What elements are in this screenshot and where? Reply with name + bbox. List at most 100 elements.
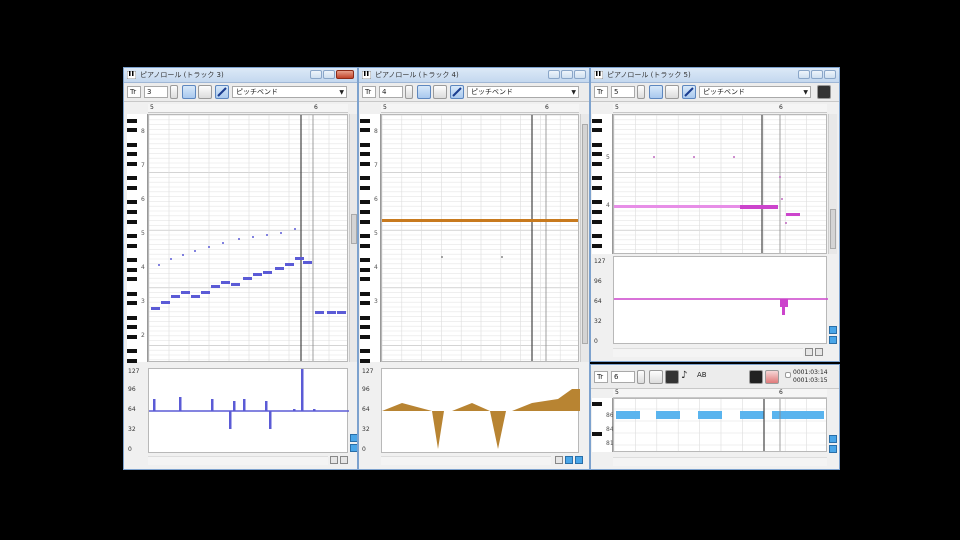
piano-keyboard[interactable]: 8 7 6 5 4 3 [360,114,381,363]
zoom-in-button[interactable] [565,456,573,464]
select-tool-icon[interactable] [649,370,663,384]
minimize-button[interactable] [310,70,322,79]
note-grid[interactable] [148,114,348,362]
horizontal-scrollbar[interactable] [148,456,328,465]
parameter-select[interactable]: ピッチベンド ▼ [699,86,811,98]
maximize-button[interactable] [561,70,573,79]
track-dropdown-button[interactable] [405,85,413,99]
zoom-out-button[interactable] [829,445,837,453]
track-label: Tr [127,86,141,98]
zoom-in-button[interactable] [829,435,837,443]
scroll-left-button[interactable] [330,456,338,464]
erase-tool-icon[interactable] [817,85,831,99]
select-tool-icon[interactable] [417,85,431,99]
black-key [127,234,137,238]
zoom-out-button[interactable] [350,444,357,452]
display-mode-button[interactable]: AB [697,370,745,384]
title-bar[interactable]: ピアノロール (トラック 5) [591,68,839,83]
grid-tool-icon[interactable] [198,85,212,99]
black-key [127,267,137,272]
track-number-input[interactable]: 5 [611,86,635,98]
select-tool-icon[interactable] [182,85,196,99]
maximize-button[interactable] [323,70,335,79]
piano-keyboard[interactable]: 8 7 6 5 4 3 2 [127,114,148,363]
zoom-in-button[interactable] [829,326,837,334]
parameter-select[interactable]: ピッチベンド ▼ [232,86,347,98]
track-number-input[interactable]: 4 [379,86,403,98]
lane-label: 64 [594,298,602,305]
note-icon[interactable]: ♪ [681,370,695,384]
window-title: ピアノロール (トラック 4) [375,71,459,79]
scroll-left-button[interactable] [805,348,813,356]
pencil-tool-icon[interactable] [215,85,229,99]
horizontal-scrollbar[interactable] [381,456,551,465]
drum-grid[interactable] [613,398,827,452]
scroll-thumb[interactable] [351,214,357,244]
close-button[interactable] [574,70,586,79]
pitch-bend-lane[interactable] [148,368,349,453]
piano-keyboard[interactable]: 5 4 [592,114,613,254]
checkbox[interactable] [785,372,791,378]
pitch-bend-lane[interactable] [613,256,828,344]
window-title: ピアノロール (トラック 5) [607,71,691,79]
note-marker [280,232,282,234]
track-number-input[interactable]: 6 [611,371,635,383]
measure-ruler[interactable]: 5 6 [381,104,579,113]
note-grid[interactable] [613,114,827,254]
vertical-scrollbar[interactable] [349,114,357,362]
track-number-input[interactable]: 3 [144,86,168,98]
scroll-right-button[interactable] [815,348,823,356]
scroll-thumb[interactable] [582,124,588,344]
note-grid[interactable] [381,114,579,362]
title-bar[interactable]: ピアノロール (トラック 4) [359,68,589,83]
drum-keyboard[interactable]: 86 84 81 [592,398,614,452]
note-marker [441,256,443,258]
scroll-thumb[interactable] [830,209,836,249]
title-bar[interactable]: ピアノロール (トラック 3) [124,68,357,83]
pen-tool-icon[interactable] [665,370,679,384]
black-key [127,152,137,157]
select-tool-icon[interactable] [649,85,663,99]
note-marker [208,246,210,248]
black-key [360,200,370,205]
close-button[interactable] [336,70,354,79]
parameter-select-value: ピッチベンド [471,88,513,96]
zoom-in-button[interactable] [350,434,357,442]
horizontal-scrollbar[interactable] [613,457,827,466]
vertical-scrollbar[interactable] [828,114,837,254]
black-key [360,176,370,181]
minimize-button[interactable] [548,70,560,79]
vertical-scrollbar[interactable] [580,114,589,362]
black-key [592,186,602,190]
scroll-left-button[interactable] [555,456,563,464]
maximize-button[interactable] [811,70,823,79]
octave-label: 5 [141,230,145,237]
note [740,205,778,209]
note-marker [170,258,172,260]
track-dropdown-button[interactable] [170,85,178,99]
note [285,263,294,266]
track-dropdown-button[interactable] [637,85,645,99]
pencil-tool-icon[interactable] [450,85,464,99]
zoom-out-button[interactable] [829,336,837,344]
close-button[interactable] [824,70,836,79]
black-key [360,210,370,214]
black-key [127,128,137,133]
measure-ruler[interactable]: 5 6 [148,104,348,113]
horizontal-scrollbar[interactable] [613,348,803,357]
note [191,295,200,298]
pitch-bend-lane[interactable] [381,368,580,453]
track-dropdown-button[interactable] [637,370,645,384]
grid-tool-icon[interactable] [665,85,679,99]
measure-ruler[interactable]: 5 6 [613,389,827,398]
parameter-select[interactable]: ピッチベンド ▼ [467,86,579,98]
edit-button[interactable] [765,370,779,384]
pencil-tool-icon[interactable] [682,85,696,99]
minimize-button[interactable] [798,70,810,79]
note [382,219,578,222]
zoom-out-button[interactable] [575,456,583,464]
record-button[interactable] [749,370,763,384]
grid-tool-icon[interactable] [433,85,447,99]
measure-ruler[interactable]: 5 6 [613,104,827,113]
scroll-right-button[interactable] [340,456,348,464]
